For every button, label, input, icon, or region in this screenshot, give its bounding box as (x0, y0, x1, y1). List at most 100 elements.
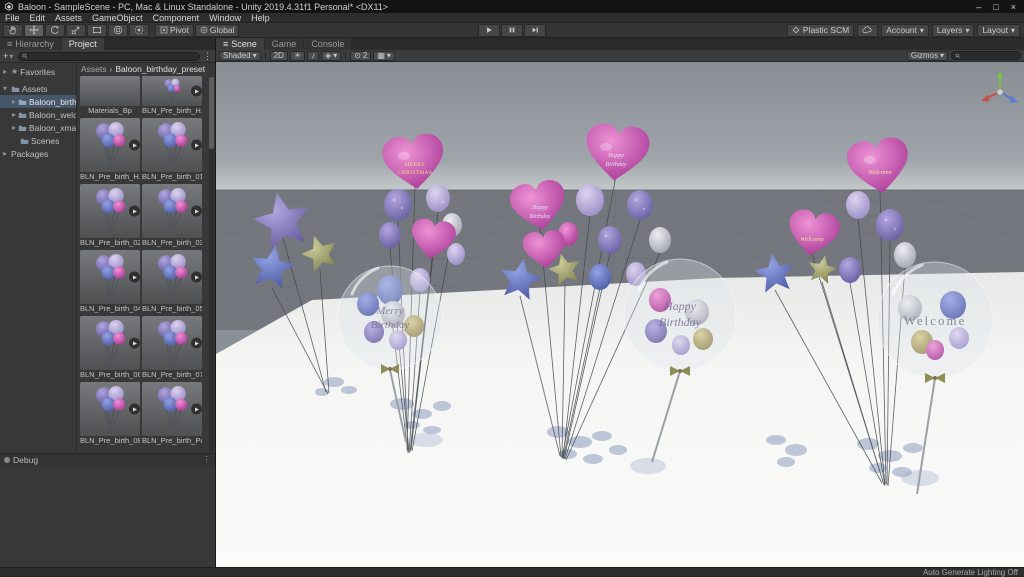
menu-item-edit[interactable]: Edit (25, 13, 51, 23)
tree-item-packages[interactable]: ▸ Packages (0, 147, 76, 160)
2d-toggle-button[interactable]: 2D (269, 50, 288, 61)
prefab-expand-icon[interactable] (191, 271, 202, 283)
panel-menu-icon[interactable]: ⋮ (203, 454, 212, 465)
debug-bar[interactable]: Debug ⋮ (0, 453, 215, 465)
tree-item-baloon-xmas[interactable]: ▸ Baloon_xmas_pre... (0, 121, 76, 134)
panel-menu-icon[interactable]: ⋮ (203, 51, 212, 62)
global-toggle-button[interactable]: Global (194, 23, 240, 37)
prefab-expand-icon[interactable] (129, 403, 140, 415)
menu-item-gameobject[interactable]: GameObject (87, 13, 148, 23)
tree-item-scenes[interactable]: Scenes (0, 134, 76, 147)
asset-item[interactable]: BLN_Pre_birth_03 (142, 184, 202, 248)
prefab-expand-icon[interactable] (129, 205, 140, 217)
asset-label: BLN_Pre_birth_H... (142, 106, 202, 115)
balloon-text: Welcome (904, 313, 967, 328)
hierarchy-tab-label: Hierarchy (15, 39, 54, 49)
hand-tool-button[interactable] (3, 23, 23, 37)
menu-item-component[interactable]: Component (148, 13, 205, 23)
project-tab-label: Project (68, 39, 97, 49)
rect-tool-button[interactable] (87, 23, 107, 37)
layout-dropdown[interactable]: Layout ▾ (977, 23, 1020, 37)
plastic-scm-button[interactable]: Plastic SCM (786, 23, 855, 37)
gizmo-center-cube[interactable] (996, 88, 1004, 96)
create-asset-button[interactable]: + ▾ (3, 51, 15, 61)
menu-item-help[interactable]: Help (246, 13, 275, 23)
search-icon (22, 53, 28, 59)
close-button[interactable]: × (1011, 2, 1016, 12)
scene-viewport[interactable]: MERRY CHRISTMAS Happy Birthday Happy Bir… (216, 62, 1024, 567)
menu-item-assets[interactable]: Assets (50, 13, 87, 23)
tab-project[interactable]: Project (61, 38, 104, 50)
draw-mode-dropdown[interactable]: Shaded ▾ (219, 50, 261, 61)
tree-item-assets[interactable]: ▾ Assets (0, 82, 76, 95)
step-button[interactable] (524, 23, 546, 37)
prefab-expand-icon[interactable] (191, 337, 202, 349)
prefab-expand-icon[interactable] (191, 85, 202, 97)
tree-item-baloon-birthday[interactable]: ▸ Baloon_birthday... (0, 95, 76, 108)
prefab-expand-icon[interactable] (129, 337, 140, 349)
menu-bar: File Edit Assets GameObject Component Wi… (0, 13, 1024, 23)
pause-button[interactable] (501, 23, 523, 37)
auto-generate-lighting-toggle[interactable]: Auto Generate Lighting Off (923, 568, 1018, 577)
asset-label: Materials_Bp (88, 106, 132, 115)
effects-dropdown[interactable]: ◈ ▾ (321, 50, 342, 61)
project-search-input[interactable] (30, 52, 196, 60)
breadcrumb: Assets › Baloon_birthday_preset (77, 63, 215, 75)
tab-console[interactable]: Console (304, 38, 352, 50)
scene-search[interactable] (951, 51, 1021, 60)
tab-hierarchy[interactable]: ≡ Hierarchy (0, 38, 61, 50)
pivot-toggle-button[interactable]: Pivot (155, 23, 194, 37)
project-search[interactable] (18, 51, 200, 61)
asset-item[interactable]: BLN_Pre_birth_H... (142, 76, 202, 116)
balloon-text: Happy (663, 299, 697, 313)
scene-lighting-toggle[interactable]: ☀ (289, 50, 306, 61)
scene-3d-view[interactable]: MERRY CHRISTMAS Happy Birthday Happy Bir… (216, 62, 1024, 567)
grid-settings-dropdown[interactable]: ▦ ▾ (373, 50, 395, 61)
minimize-button[interactable]: – (976, 2, 981, 12)
prefab-expand-icon[interactable] (191, 139, 202, 151)
maximize-button[interactable]: □ (993, 2, 998, 12)
asset-item[interactable]: BLN_Pre_birth_04 (80, 250, 140, 314)
vertical-scrollbar[interactable] (209, 76, 214, 451)
tree-item-baloon-welcome[interactable]: ▸ Baloon_welcome... (0, 108, 76, 121)
scene-audio-toggle[interactable]: ♪ (307, 50, 320, 61)
gizmos-dropdown[interactable]: Gizmos ▾ (906, 50, 948, 61)
scene-tab-label: Scene (231, 39, 257, 49)
account-dropdown[interactable]: Account ▾ (881, 23, 929, 37)
breadcrumb-root[interactable]: Assets (81, 64, 107, 74)
prefab-expand-icon[interactable] (191, 403, 202, 415)
menu-item-file[interactable]: File (0, 13, 25, 23)
breadcrumb-current[interactable]: Baloon_birthday_preset (115, 64, 205, 74)
asset-item[interactable]: BLN_Pre_birth_07 (142, 316, 202, 380)
plastic-scm-icon (792, 26, 800, 34)
asset-item[interactable]: BLN_Pre_birth_Po... (142, 382, 202, 446)
scene-visibility-toggle[interactable]: ⊙ 2 (350, 50, 372, 61)
asset-label: BLN_Pre_birth_08 (80, 436, 140, 445)
tab-game[interactable]: Game (264, 38, 304, 50)
tree-item-favorites[interactable]: ▸ ★ Favorites (0, 65, 76, 78)
custom-tool-button[interactable] (129, 23, 149, 37)
asset-item[interactable]: Materials_Bp (80, 76, 140, 116)
menu-item-window[interactable]: Window (204, 13, 246, 23)
asset-label: BLN_Pre_birth_03 (142, 238, 202, 247)
tab-scene[interactable]: ≡ Scene (216, 38, 264, 50)
transform-tool-button[interactable] (108, 23, 128, 37)
play-button[interactable] (478, 23, 500, 37)
chevron-right-icon: ▸ (12, 110, 17, 119)
asset-item[interactable]: BLN_Pre_birth_05 (142, 250, 202, 314)
prefab-expand-icon[interactable] (129, 271, 140, 283)
asset-item[interactable]: BLN_Pre_birth_02 (80, 184, 140, 248)
asset-item[interactable]: BLN_Pre_birth_01 (142, 118, 202, 182)
scene-search-input[interactable] (962, 51, 1017, 60)
asset-item[interactable]: BLN_Pre_birth_H... (80, 118, 140, 182)
rotate-tool-button[interactable] (45, 23, 65, 37)
asset-item[interactable]: BLN_Pre_birth_08 (80, 382, 140, 446)
layers-dropdown[interactable]: Layers ▾ (931, 23, 975, 37)
asset-item[interactable]: BLN_Pre_birth_06 (80, 316, 140, 380)
move-tool-button[interactable] (24, 23, 44, 37)
scale-tool-button[interactable] (66, 23, 86, 37)
prefab-expand-icon[interactable] (191, 205, 202, 217)
prefab-expand-icon[interactable] (129, 139, 140, 151)
scrollbar-thumb[interactable] (209, 77, 214, 149)
cloud-button[interactable] (857, 23, 879, 37)
